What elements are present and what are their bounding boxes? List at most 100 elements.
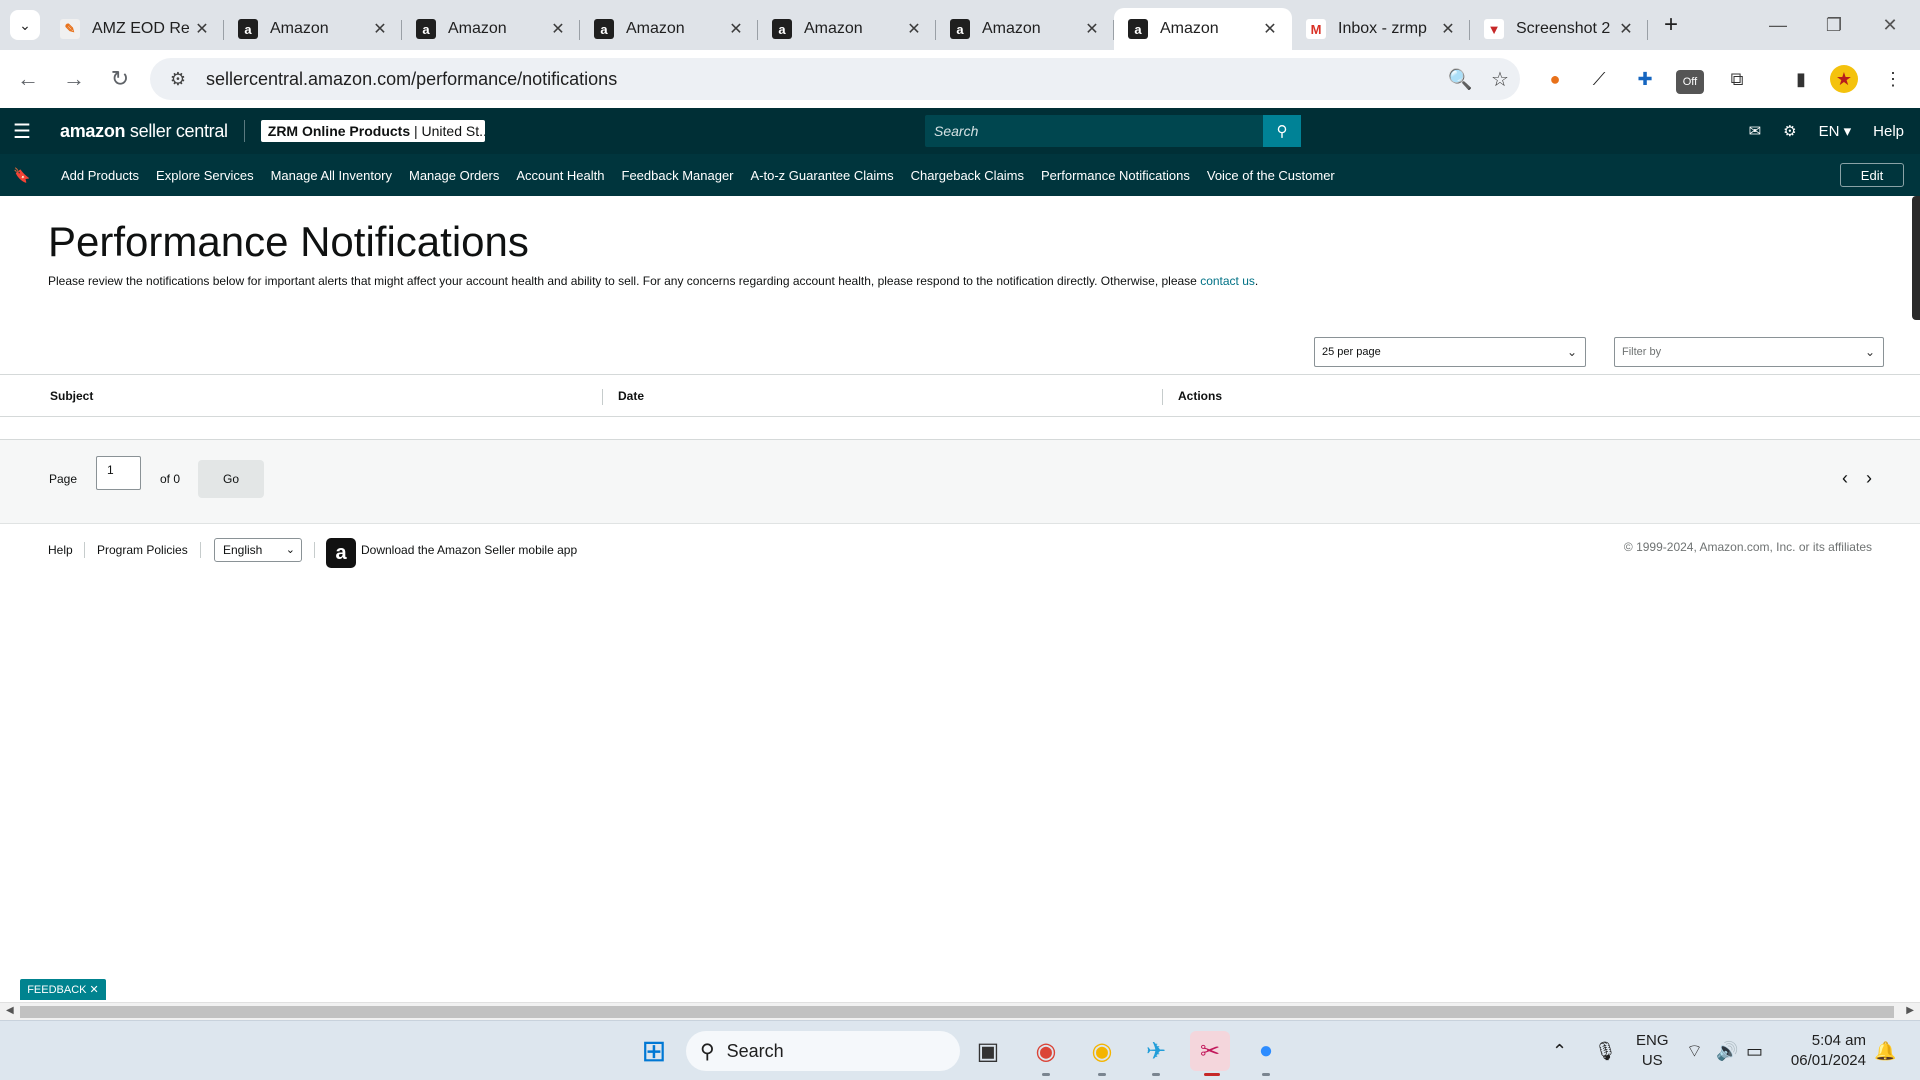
mail-icon[interactable]: ✉ — [1749, 122, 1762, 140]
browser-tab[interactable]: M Inbox - zrmp ✕ — [1292, 8, 1470, 50]
minimize-button[interactable]: — — [1750, 0, 1806, 50]
scroll-right-icon[interactable]: ▶ — [1906, 1005, 1914, 1016]
filter-select[interactable]: Filter by ⌄ — [1614, 337, 1884, 367]
help-link[interactable]: Help — [1873, 123, 1904, 140]
microphone-icon[interactable]: 🎙 — [1594, 1021, 1617, 1080]
amazon-app-icon[interactable]: a — [326, 538, 356, 568]
extensions-puzzle-icon[interactable]: ⧉ — [1720, 62, 1754, 96]
telegram-icon[interactable]: ✈ — [1136, 1031, 1176, 1071]
close-icon[interactable]: ✕ — [1438, 19, 1458, 39]
restore-button[interactable]: ❐ — [1806, 0, 1862, 50]
close-icon[interactable]: ✕ — [1260, 19, 1280, 39]
browser-tab[interactable]: ✎ AMZ EOD Re ✕ — [46, 8, 224, 50]
gear-icon[interactable]: ⚙ — [1783, 122, 1796, 140]
column-date[interactable]: Date — [618, 389, 644, 403]
task-view-icon[interactable]: ▣ — [968, 1031, 1008, 1071]
nav-manage-all-inventory[interactable]: Manage All Inventory — [271, 168, 392, 183]
browser-tab[interactable]: a Amazon ✕ — [580, 8, 758, 50]
wifi-icon[interactable]: ⌔ — [1686, 1021, 1703, 1080]
extension-off-icon[interactable]: Off — [1676, 70, 1704, 94]
taskbar-clock[interactable]: 5:04 am 06/01/2024 — [1791, 1031, 1866, 1071]
close-icon[interactable]: ✕ — [370, 19, 390, 39]
chevron-down-icon: ⌄ — [1864, 345, 1875, 359]
close-icon[interactable]: ✕ — [548, 19, 568, 39]
close-icon[interactable]: ✕ — [192, 19, 212, 39]
close-window-button[interactable]: ✕ — [1862, 0, 1918, 50]
extension-arrow-icon[interactable]: ⟋ — [1582, 62, 1616, 96]
star-icon[interactable]: ☆ — [1480, 67, 1520, 92]
nav-account-health[interactable]: Account Health — [516, 168, 604, 183]
forward-button[interactable]: → — [54, 59, 94, 99]
chevron-up-icon[interactable]: ⌃ — [1552, 1021, 1567, 1080]
nav-chargeback-claims[interactable]: Chargeback Claims — [911, 168, 1024, 183]
extension-orange-icon[interactable]: ● — [1538, 62, 1572, 96]
tab-search-button[interactable]: ⌄ — [10, 10, 40, 40]
close-icon[interactable]: ✕ — [904, 19, 924, 39]
scroll-left-icon[interactable]: ◀ — [6, 1005, 14, 1016]
browser-tab[interactable]: a Amazon ✕ — [758, 8, 936, 50]
clock-date: 06/01/2024 — [1790, 1052, 1866, 1069]
edit-nav-button[interactable]: Edit — [1840, 163, 1904, 187]
close-icon[interactable]: ✕ — [1616, 19, 1636, 39]
browser-tab[interactable]: a Amazon ✕ — [402, 8, 580, 50]
seller-central-logo[interactable]: amazon seller central — [60, 121, 228, 142]
vertical-scrollbar[interactable] — [1912, 196, 1920, 320]
nav-feedback-manager[interactable]: Feedback Manager — [622, 168, 734, 183]
side-panel-icon[interactable]: ▮ — [1784, 62, 1818, 96]
feedback-button[interactable]: FEEDBACK ✕ — [20, 979, 106, 1000]
header-search-input[interactable]: Search ⚲ — [925, 115, 1301, 147]
bookmark-icon[interactable]: 🔖 — [0, 167, 44, 184]
new-tab-button[interactable]: + — [1654, 8, 1688, 42]
site-settings-icon[interactable]: ⚙ — [158, 69, 198, 90]
program-policies-link[interactable]: Program Policies — [97, 543, 188, 557]
scrollbar-thumb[interactable] — [20, 1006, 1894, 1018]
account-switcher[interactable]: ZRM Online Products | United St... — [260, 120, 485, 142]
per-page-select[interactable]: 25 per page ⌄ — [1314, 337, 1586, 367]
notification-bell-icon[interactable]: 🔔 — [1874, 1021, 1896, 1080]
extension-blue-icon[interactable]: ✚ — [1628, 62, 1662, 96]
taskbar-search[interactable]: ⚲ Search — [686, 1031, 960, 1071]
nav-add-products[interactable]: Add Products — [61, 168, 139, 183]
hamburger-menu-icon[interactable]: ☰ — [0, 119, 44, 144]
browser-tab-active[interactable]: a Amazon ✕ — [1114, 8, 1292, 50]
nav-explore-services[interactable]: Explore Services — [156, 168, 254, 183]
column-subject[interactable]: Subject — [50, 389, 93, 403]
nav-manage-orders[interactable]: Manage Orders — [409, 168, 499, 183]
browser-tab[interactable]: a Amazon ✕ — [224, 8, 402, 50]
snipping-tool-icon[interactable]: ✂ — [1190, 1031, 1230, 1071]
browser-menu-icon[interactable]: ⋮ — [1876, 62, 1910, 96]
back-button[interactable]: ← — [8, 59, 48, 99]
chevron-left-icon[interactable]: ‹ — [1842, 468, 1848, 489]
reload-button[interactable]: ↻ — [100, 59, 140, 99]
chevron-right-icon[interactable]: › — [1866, 468, 1872, 489]
close-icon[interactable]: ✕ — [726, 19, 746, 39]
browser-tab[interactable]: a Amazon ✕ — [936, 8, 1114, 50]
nav-performance-notifications[interactable]: Performance Notifications — [1041, 168, 1190, 183]
search-button[interactable]: ⚲ — [1263, 115, 1301, 147]
go-button[interactable]: Go — [198, 460, 264, 498]
nav-voice-of-customer[interactable]: Voice of the Customer — [1207, 168, 1335, 183]
browser-tab[interactable]: ▼ Screenshot 2 ✕ — [1470, 8, 1648, 50]
profile-avatar[interactable]: ★ — [1830, 65, 1858, 93]
language-selector[interactable]: EN ▾ — [1819, 122, 1852, 140]
taskbar-search-label: Search — [726, 1040, 784, 1061]
amazon-icon: a — [594, 19, 614, 39]
page-number-input[interactable]: 1 — [96, 456, 141, 490]
zoom-app-icon[interactable]: ● — [1246, 1031, 1286, 1071]
zoom-icon[interactable]: 🔍 — [1440, 67, 1480, 92]
volume-icon[interactable]: 🔊 — [1716, 1021, 1738, 1080]
input-language[interactable]: ENG US — [1636, 1031, 1669, 1071]
address-bar[interactable]: ⚙ sellercentral.amazon.com/performance/n… — [150, 58, 1520, 100]
contact-us-link[interactable]: contact us — [1200, 274, 1255, 288]
horizontal-scrollbar[interactable]: ◀ ▶ — [0, 1002, 1920, 1020]
chrome-icon[interactable]: ◉ — [1026, 1031, 1066, 1071]
close-icon[interactable]: ✕ — [1082, 19, 1102, 39]
footer-language-select[interactable]: English ⌄ — [214, 538, 302, 562]
windows-start-icon[interactable]: ⊞ — [634, 1031, 674, 1071]
chrome-profile-icon[interactable]: ◉ — [1082, 1031, 1122, 1071]
download-app-link[interactable]: Download the Amazon Seller mobile app — [361, 543, 577, 557]
battery-icon[interactable]: ▭ — [1746, 1021, 1763, 1080]
url-text[interactable]: sellercentral.amazon.com/performance/not… — [206, 69, 1440, 90]
footer-help-link[interactable]: Help — [48, 543, 73, 557]
nav-a-to-z-claims[interactable]: A-to-z Guarantee Claims — [751, 168, 894, 183]
